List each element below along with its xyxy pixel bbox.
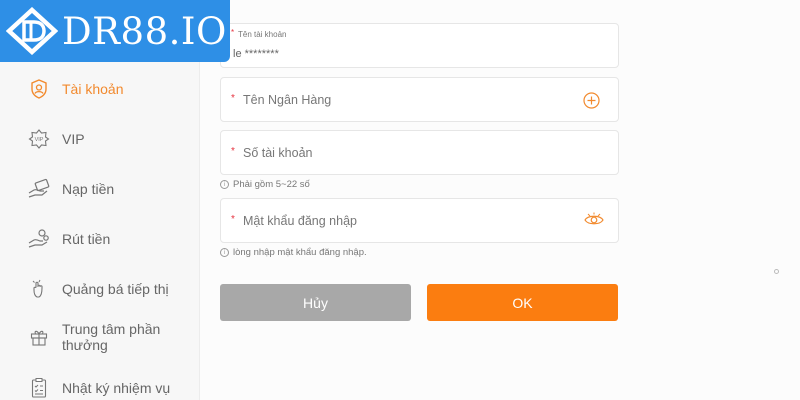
cancel-button[interactable]: Hủy xyxy=(220,284,411,321)
promotion-icon xyxy=(26,276,52,302)
gift-icon xyxy=(26,324,52,350)
required-mark: * xyxy=(231,28,235,37)
withdraw-hand-icon xyxy=(26,226,52,252)
sidebar-item-task-log[interactable]: Nhật ký nhiệm vụ xyxy=(26,375,170,400)
sidebar-item-label: Nhật ký nhiệm vụ xyxy=(62,380,171,396)
sidebar-item-label: Quảng bá tiếp thị xyxy=(62,281,169,297)
password-placeholder: Mật khẩu đăng nhập xyxy=(243,214,357,228)
required-mark: * xyxy=(231,146,235,157)
required-mark: * xyxy=(231,93,235,104)
add-circle-icon[interactable] xyxy=(583,92,600,114)
ok-button[interactable]: OK xyxy=(427,284,618,321)
sidebar-item-deposit[interactable]: Nạp tiền xyxy=(26,176,114,202)
logo-text: DR88.IO xyxy=(62,9,227,53)
hint-text: Phải gồm 5~22 số xyxy=(233,179,310,190)
account-name-label: Tên tài khoản xyxy=(238,30,287,39)
sidebar-item-withdraw[interactable]: Rút tiền xyxy=(26,226,110,252)
account-number-field[interactable]: * Số tài khoản xyxy=(220,130,619,175)
eye-icon[interactable] xyxy=(584,212,604,233)
sidebar-item-label: Trung tâm phần thưởng xyxy=(62,321,161,353)
sidebar-item-promotion[interactable]: Quảng bá tiếp thị xyxy=(26,276,169,302)
bank-name-select[interactable]: * Tên Ngân Hàng xyxy=(220,77,619,122)
info-icon: i xyxy=(220,180,229,189)
password-hint: i lòng nhập mật khẩu đăng nhập. xyxy=(220,247,367,258)
account-number-hint: i Phải gồm 5~22 số xyxy=(220,179,310,190)
sidebar-item-account[interactable]: Tài khoản xyxy=(26,76,123,102)
site-logo[interactable]: DR88.IO xyxy=(0,0,230,62)
account-name-value: le ******** xyxy=(233,48,279,60)
sidebar-item-label: Nạp tiền xyxy=(62,181,115,197)
user-shield-icon xyxy=(26,76,52,102)
sidebar-item-label: VIP xyxy=(62,131,85,147)
account-number-placeholder: Số tài khoản xyxy=(243,146,313,160)
password-field[interactable]: * Mật khẩu đăng nhập xyxy=(220,198,619,243)
task-log-icon xyxy=(26,375,52,400)
hint-text: lòng nhập mật khẩu đăng nhập. xyxy=(233,247,367,258)
sidebar-item-label: Tài khoản xyxy=(62,81,124,97)
vip-badge-icon: VIP xyxy=(26,126,52,152)
sidebar-item-vip[interactable]: VIP VIP xyxy=(26,126,85,152)
bank-name-placeholder: Tên Ngân Hàng xyxy=(243,93,332,107)
required-mark: * xyxy=(231,214,235,225)
diamond-logo-icon xyxy=(6,7,58,55)
deposit-hand-icon xyxy=(26,176,52,202)
info-icon: i xyxy=(220,248,229,257)
sidebar-item-label: Rút tiền xyxy=(62,231,111,247)
account-name-field[interactable]: * Tên tài khoản le ******** xyxy=(220,23,619,68)
sidebar-item-rewards[interactable]: Trung tâm phần thưởng xyxy=(26,321,172,353)
scroll-indicator-dot xyxy=(774,269,779,274)
svg-text:VIP: VIP xyxy=(35,137,44,143)
